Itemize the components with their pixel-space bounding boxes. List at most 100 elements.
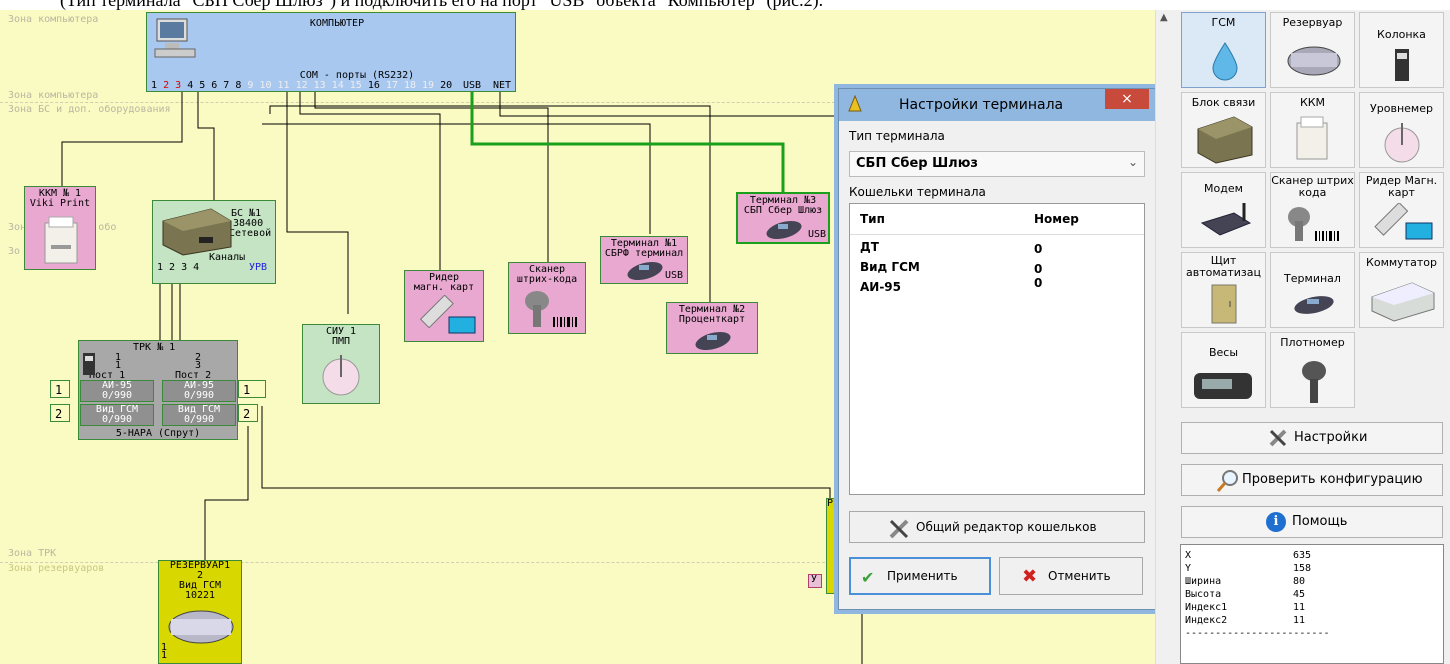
prop-row: Индекс2 11 (1185, 614, 1443, 627)
terminal-settings-dialog[interactable]: Настройки терминала × Тип терминала СБП … (838, 88, 1156, 610)
nozzle-1-1[interactable]: АИ-95 0/990 (80, 380, 154, 402)
tank-line4: 10221 (184, 590, 216, 601)
checkmark-icon: ✔ (861, 568, 875, 587)
prop-value: 80 (1293, 576, 1306, 587)
nozzle-row-1-right[interactable]: 1 (238, 380, 266, 398)
tile-scales[interactable]: Весы (1181, 332, 1266, 408)
card-reader-icon (1372, 201, 1436, 248)
dialog-title: Настройки терминала (899, 97, 1064, 113)
check-config-button[interactable]: Проверить конфигурацию (1181, 464, 1443, 496)
nozzle-1-2[interactable]: Вид ГСМ 0/990 (80, 404, 154, 426)
terminal-2-device[interactable]: Терминал №2 Проценткарт (666, 302, 758, 354)
tile-kkm[interactable]: ККМ (1270, 92, 1355, 168)
tile-dispenser[interactable]: Колонка (1359, 12, 1444, 88)
densitometer-icon (1297, 357, 1331, 410)
card-reader-device[interactable]: Ридер магн. карт (404, 270, 484, 342)
wallet-number: 0 (1034, 262, 1043, 276)
help-button[interactable]: i Помощь (1181, 506, 1443, 538)
table-row[interactable]: ДТ 0 (850, 240, 1144, 258)
prop-key: Y (1185, 563, 1192, 574)
tile-label: Плотномер (1280, 336, 1345, 349)
prop-value: 158 (1293, 563, 1312, 574)
wallets-table[interactable]: Тип Номер ДТ 0 Вид ГСМ 0 АИ-95 0 (849, 203, 1145, 495)
prop-row: X 635 (1185, 549, 1443, 562)
tile-fuel[interactable]: ГСМ (1181, 12, 1266, 88)
tile-automation-panel[interactable]: Щит автоматизац (1181, 252, 1266, 328)
wallet-number: 0 (1034, 242, 1043, 256)
document-caption-strip: (Тип терминала "СБП Сбер Шлюз") и подклю… (0, 0, 1450, 10)
table-row[interactable]: АИ-95 0 (850, 276, 1144, 298)
tile-scanner[interactable]: Сканер штрих кода (1270, 172, 1355, 248)
modem-icon (1198, 199, 1254, 248)
terminal-type-label: Тип терминала (849, 129, 945, 143)
nozzle-2-1[interactable]: АИ-95 0/990 (162, 380, 236, 402)
siu-device[interactable]: СИУ 1 ПМП (302, 324, 380, 404)
tile-label: Ридер Магн. карт (1365, 174, 1438, 199)
wallet-number: 0 (1034, 276, 1043, 290)
barcode-scanner-icon (517, 287, 583, 334)
fuel-volume: 0/990 (183, 390, 215, 401)
barcode-scanner-device[interactable]: Сканер штрих-кода (508, 262, 586, 334)
comm-block-icon (1194, 113, 1256, 168)
properties-panel[interactable]: X 635 Y 158 Ширина 80 Высота 45 Индекс1 11 Ин… (1180, 544, 1444, 664)
wallet-type: АИ-95 (860, 280, 902, 294)
tile-terminal[interactable]: Терминал (1270, 252, 1355, 328)
terminal-type-value: СБП Сбер Шлюз (856, 156, 978, 171)
pos-terminal-icon (1291, 293, 1337, 320)
kkm-device[interactable]: ККМ № 1 Viki Print (24, 186, 96, 270)
tile-label: Блок связи (1191, 96, 1256, 109)
tile-tank[interactable]: Резервуар (1270, 12, 1355, 88)
tile-modem[interactable]: Модем (1181, 172, 1266, 248)
prop-row: Высота 45 (1185, 588, 1443, 601)
tile-label: Весы (1208, 346, 1239, 359)
nozzle-row-2-num: 2 (243, 407, 251, 421)
reader-line2: магн. карт (413, 282, 475, 293)
prop-row: Индекс1 11 (1185, 601, 1443, 614)
tile-comm-block[interactable]: Блок связи (1181, 92, 1266, 168)
terminal-1-device[interactable]: Терминал №1 СБРФ терминал USB (600, 236, 688, 284)
tools-icon (1268, 428, 1290, 452)
pos-terminal-icon (764, 218, 804, 243)
check-config-label: Проверить конфигурацию (1242, 472, 1423, 487)
tank-device[interactable]: РЕЗЕРВУАР1 2 Вид ГСМ 10221 1 1 (158, 560, 242, 664)
tile-label: Уровнемер (1370, 102, 1433, 115)
nozzle-2-2[interactable]: Вид ГСМ 0/990 (162, 404, 236, 426)
scroll-up-icon[interactable]: ▲ (1160, 12, 1168, 23)
close-button[interactable]: × (1105, 89, 1149, 109)
nozzle-row-2-right[interactable]: 2 (238, 404, 258, 422)
bs-device[interactable]: БС №1 38400 Сетевой Каналы 1 2 3 4 УРВ (152, 200, 276, 284)
wallets-label: Кошельки терминала (849, 185, 986, 199)
term3-line2: СБП Сбер Шлюз (743, 205, 823, 216)
tile-densitometer[interactable]: Плотномер (1270, 332, 1355, 408)
prop-key: Ширина (1185, 576, 1222, 587)
table-row[interactable]: Вид ГСМ 0 (850, 260, 1144, 278)
computer-icon (153, 17, 199, 58)
computer-device[interactable]: КОМПЬЮТЕР COM - порты (RS232) 1 2 3 4 5 … (146, 12, 516, 92)
cancel-button[interactable]: ✖ Отменить (999, 557, 1143, 595)
nozzle-row-1-left[interactable]: 1 (50, 380, 70, 398)
wallet-type: ДТ (860, 240, 879, 254)
tile-label: Коммутатор (1366, 256, 1437, 269)
info-icon: i (1266, 512, 1286, 532)
dispenser-icon (81, 353, 99, 380)
prop-row: Y 158 (1185, 562, 1443, 575)
terminal-type-select[interactable]: СБП Сбер Шлюз ⌄ (849, 151, 1145, 177)
chevron-down-icon: ⌄ (1128, 155, 1139, 169)
fuel-volume: 0/990 (101, 414, 133, 425)
tile-switch[interactable]: Коммутатор (1359, 252, 1444, 328)
term1-line2: СБРФ терминал (604, 248, 684, 259)
canvas-scrollbar[interactable]: ▲ (1155, 10, 1177, 664)
tile-card-reader[interactable]: Ридер Магн. карт (1359, 172, 1444, 248)
nozzle-row-2-left[interactable]: 2 (50, 404, 70, 422)
settings-button[interactable]: Настройки (1181, 422, 1443, 454)
wallet-editor-button[interactable]: Общий редактор кошельков (849, 511, 1145, 543)
dispenser-icon (1392, 49, 1414, 86)
apply-button[interactable]: ✔ Применить (849, 557, 991, 595)
dialog-titlebar[interactable]: Настройки терминала × (839, 89, 1155, 121)
u-marker: У (808, 574, 822, 588)
terminal-3-device[interactable]: Терминал №3 СБП Сбер Шлюз USB (736, 192, 830, 244)
tile-level-gauge[interactable]: Уровнемер (1359, 92, 1444, 168)
computer-title: КОМПЬЮТЕР (309, 18, 365, 29)
card-reader-icon (419, 294, 481, 342)
switch-icon (1368, 277, 1438, 326)
